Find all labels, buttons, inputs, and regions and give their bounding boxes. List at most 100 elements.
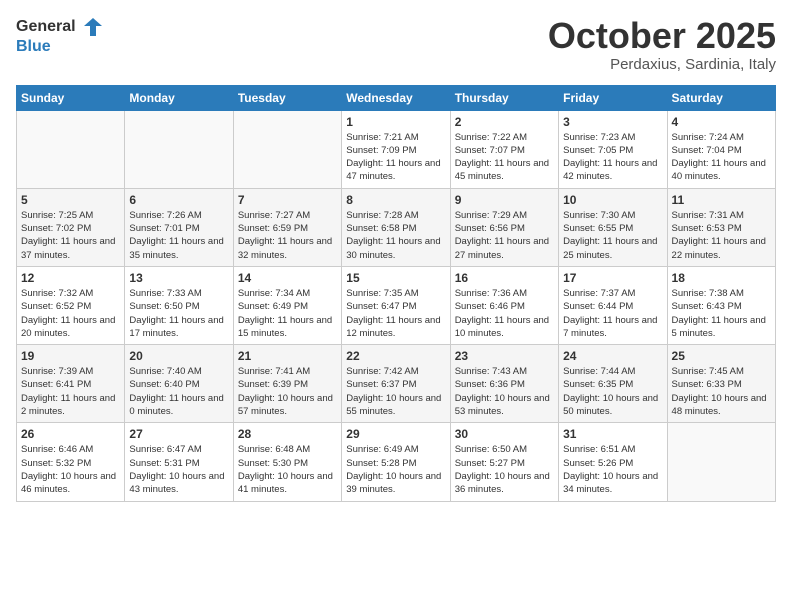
day-number: 4: [672, 115, 771, 129]
day-info: Sunrise: 7:28 AM Sunset: 6:58 PM Dayligh…: [346, 209, 445, 262]
header-monday: Monday: [125, 85, 233, 110]
day-info: Sunrise: 7:30 AM Sunset: 6:55 PM Dayligh…: [563, 209, 662, 262]
table-row: [233, 110, 341, 188]
table-row: 31Sunrise: 6:51 AM Sunset: 5:26 PM Dayli…: [559, 423, 667, 501]
day-number: 22: [346, 349, 445, 363]
day-number: 19: [21, 349, 120, 363]
day-number: 26: [21, 427, 120, 441]
table-row: 20 Sunrise: 7:40 AM Sunset: 6:40 PM Dayli…: [125, 345, 233, 423]
day-number: 5: [21, 193, 120, 207]
day-info: Sunrise: 7:21 AM Sunset: 7:09 PM Dayligh…: [346, 131, 445, 184]
table-row: 17 Sunrise: 7:37 AM Sunset: 6:44 PM Dayli…: [559, 266, 667, 344]
table-row: 9Sunrise: 7:29 AM Sunset: 6:56 PM Daylig…: [450, 188, 558, 266]
day-number: 28: [238, 427, 337, 441]
table-row: 22 Sunrise: 7:42 AM Sunset: 6:37 PM Dayli…: [342, 345, 450, 423]
day-number: 8: [346, 193, 445, 207]
day-info: Sunrise: 7:40 AM Sunset: 6:40 PM Dayligh…: [129, 365, 228, 418]
table-row: 12 Sunrise: 7:32 AM Sunset: 6:52 PM Dayli…: [17, 266, 125, 344]
day-info: Sunrise: 7:23 AM Sunset: 7:05 PM Dayligh…: [563, 131, 662, 184]
calendar-page: General Blue October 2025 Perdaxius, Sar…: [0, 0, 792, 612]
logo-text: General Blue: [16, 16, 104, 56]
weekday-header-row: Sunday Monday Tuesday Wednesday Thursday…: [17, 85, 776, 110]
table-row: 25Sunrise: 7:45 AM Sunset: 6:33 PM Dayli…: [667, 345, 775, 423]
day-number: 15: [346, 271, 445, 285]
day-info: Sunrise: 7:33 AM Sunset: 6:50 PM Dayligh…: [129, 287, 228, 340]
table-row: 11 Sunrise: 7:31 AM Sunset: 6:53 PM Dayli…: [667, 188, 775, 266]
day-number: 12: [21, 271, 120, 285]
table-row: 26 Sunrise: 6:46 AM Sunset: 5:32 PM Dayli…: [17, 423, 125, 501]
day-number: 14: [238, 271, 337, 285]
day-info: Sunrise: 7:42 AM Sunset: 6:37 PM Dayligh…: [346, 365, 445, 418]
table-row: 15 Sunrise: 7:35 AM Sunset: 6:47 PM Dayli…: [342, 266, 450, 344]
day-number: 7: [238, 193, 337, 207]
table-row: 13Sunrise: 7:33 AM Sunset: 6:50 PM Dayli…: [125, 266, 233, 344]
header-wednesday: Wednesday: [342, 85, 450, 110]
header-saturday: Saturday: [667, 85, 775, 110]
table-row: 5 Sunrise: 7:25 AM Sunset: 7:02 PM Daylig…: [17, 188, 125, 266]
day-number: 17: [563, 271, 662, 285]
table-row: 28Sunrise: 6:48 AM Sunset: 5:30 PM Dayli…: [233, 423, 341, 501]
day-number: 10: [563, 193, 662, 207]
day-number: 16: [455, 271, 554, 285]
day-info: Sunrise: 7:41 AM Sunset: 6:39 PM Dayligh…: [238, 365, 337, 418]
day-number: 21: [238, 349, 337, 363]
table-row: 19 Sunrise: 7:39 AM Sunset: 6:41 PM Dayli…: [17, 345, 125, 423]
title-section: October 2025 Perdaxius, Sardinia, Italy: [548, 16, 776, 73]
day-number: 6: [129, 193, 228, 207]
day-number: 20: [129, 349, 228, 363]
calendar-week-row: 1 Sunrise: 7:21 AM Sunset: 7:09 PM Daylig…: [17, 110, 776, 188]
table-row: 1 Sunrise: 7:21 AM Sunset: 7:09 PM Daylig…: [342, 110, 450, 188]
day-info: Sunrise: 7:38 AM Sunset: 6:43 PM Dayligh…: [672, 287, 771, 340]
table-row: 27Sunrise: 6:47 AM Sunset: 5:31 PM Dayli…: [125, 423, 233, 501]
header-thursday: Thursday: [450, 85, 558, 110]
header: General Blue October 2025 Perdaxius, Sar…: [16, 16, 776, 73]
day-number: 2: [455, 115, 554, 129]
header-tuesday: Tuesday: [233, 85, 341, 110]
day-info: Sunrise: 7:39 AM Sunset: 6:41 PM Dayligh…: [21, 365, 120, 418]
day-number: 31: [563, 427, 662, 441]
location-subtitle: Perdaxius, Sardinia, Italy: [548, 56, 776, 73]
table-row: 6Sunrise: 7:26 AM Sunset: 7:01 PM Daylig…: [125, 188, 233, 266]
day-info: Sunrise: 7:35 AM Sunset: 6:47 PM Dayligh…: [346, 287, 445, 340]
logo-general: General: [16, 16, 104, 38]
day-info: Sunrise: 7:37 AM Sunset: 6:44 PM Dayligh…: [563, 287, 662, 340]
day-info: Sunrise: 7:31 AM Sunset: 6:53 PM Dayligh…: [672, 209, 771, 262]
table-row: 30 Sunrise: 6:50 AM Sunset: 5:27 PM Dayli…: [450, 423, 558, 501]
day-number: 30: [455, 427, 554, 441]
day-info: Sunrise: 7:25 AM Sunset: 7:02 PM Dayligh…: [21, 209, 120, 262]
calendar-week-row: 26 Sunrise: 6:46 AM Sunset: 5:32 PM Dayli…: [17, 423, 776, 501]
day-info: Sunrise: 6:49 AM Sunset: 5:28 PM Dayligh…: [346, 443, 445, 496]
header-friday: Friday: [559, 85, 667, 110]
day-number: 9: [455, 193, 554, 207]
day-info: Sunrise: 7:24 AM Sunset: 7:04 PM Dayligh…: [672, 131, 771, 184]
day-number: 3: [563, 115, 662, 129]
table-row: [667, 423, 775, 501]
table-row: 23Sunrise: 7:43 AM Sunset: 6:36 PM Dayli…: [450, 345, 558, 423]
day-info: Sunrise: 7:34 AM Sunset: 6:49 PM Dayligh…: [238, 287, 337, 340]
day-info: Sunrise: 7:27 AM Sunset: 6:59 PM Dayligh…: [238, 209, 337, 262]
day-info: Sunrise: 6:46 AM Sunset: 5:32 PM Dayligh…: [21, 443, 120, 496]
day-number: 1: [346, 115, 445, 129]
month-title: October 2025: [548, 16, 776, 56]
table-row: 14 Sunrise: 7:34 AM Sunset: 6:49 PM Dayli…: [233, 266, 341, 344]
logo-blue: Blue: [16, 38, 104, 56]
day-info: Sunrise: 6:50 AM Sunset: 5:27 PM Dayligh…: [455, 443, 554, 496]
table-row: [125, 110, 233, 188]
table-row: 7 Sunrise: 7:27 AM Sunset: 6:59 PM Daylig…: [233, 188, 341, 266]
day-number: 11: [672, 193, 771, 207]
table-row: 10 Sunrise: 7:30 AM Sunset: 6:55 PM Dayli…: [559, 188, 667, 266]
calendar-week-row: 19 Sunrise: 7:39 AM Sunset: 6:41 PM Dayli…: [17, 345, 776, 423]
day-info: Sunrise: 7:44 AM Sunset: 6:35 PM Dayligh…: [563, 365, 662, 418]
table-row: 4 Sunrise: 7:24 AM Sunset: 7:04 PM Daylig…: [667, 110, 775, 188]
table-row: [17, 110, 125, 188]
day-number: 18: [672, 271, 771, 285]
table-row: 29Sunrise: 6:49 AM Sunset: 5:28 PM Dayli…: [342, 423, 450, 501]
day-info: Sunrise: 7:22 AM Sunset: 7:07 PM Dayligh…: [455, 131, 554, 184]
day-number: 25: [672, 349, 771, 363]
calendar-table: Sunday Monday Tuesday Wednesday Thursday…: [16, 85, 776, 502]
day-info: Sunrise: 7:32 AM Sunset: 6:52 PM Dayligh…: [21, 287, 120, 340]
table-row: 21 Sunrise: 7:41 AM Sunset: 6:39 PM Dayli…: [233, 345, 341, 423]
day-info: Sunrise: 7:43 AM Sunset: 6:36 PM Dayligh…: [455, 365, 554, 418]
table-row: 24Sunrise: 7:44 AM Sunset: 6:35 PM Dayli…: [559, 345, 667, 423]
table-row: 16Sunrise: 7:36 AM Sunset: 6:46 PM Dayli…: [450, 266, 558, 344]
